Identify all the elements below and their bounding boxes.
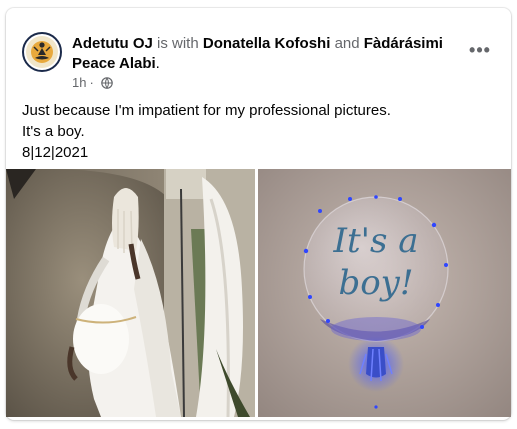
and-text: and (334, 35, 360, 52)
caption-line-2: It's a boy. (22, 123, 85, 140)
author-name[interactable]: Adetutu OJ (72, 35, 153, 52)
balloon-text-2: boy! (338, 263, 413, 303)
post-meta: 1h · (72, 75, 113, 90)
globe-icon[interactable] (101, 76, 113, 89)
photo-grid: It's a boy! (6, 169, 511, 417)
is-with-text: is with (157, 35, 199, 52)
maternity-photo[interactable] (6, 169, 255, 417)
post-card: Adetutu OJ is with Donatella Kofoshi and… (6, 8, 511, 420)
avatar-meditation-icon (26, 36, 58, 68)
balloon-photo[interactable]: It's a boy! (258, 169, 511, 417)
its-a-boy-balloon-image: It's a boy! (258, 169, 511, 417)
tagged-person-1[interactable]: Donatella Kofoshi (203, 35, 331, 52)
post-header: Adetutu OJ is with Donatella Kofoshi and… (22, 30, 502, 90)
caption-line-3: 8|12|2021 (22, 144, 89, 161)
post-caption: Just because I'm impatient for my profes… (22, 100, 391, 163)
caption-line-1: Just because I'm impatient for my profes… (22, 102, 391, 119)
more-options-icon: ••• (469, 40, 491, 60)
more-options-button[interactable]: ••• (462, 36, 498, 72)
avatar[interactable] (22, 32, 62, 72)
period-text: . (155, 55, 160, 72)
post-timestamp[interactable]: 1h (72, 75, 86, 90)
author-line: Adetutu OJ is with Donatella Kofoshi and… (72, 34, 452, 74)
maternity-photo-image (6, 169, 255, 417)
meta-separator: · (89, 75, 94, 90)
balloon-text-1: It's a (333, 221, 419, 261)
